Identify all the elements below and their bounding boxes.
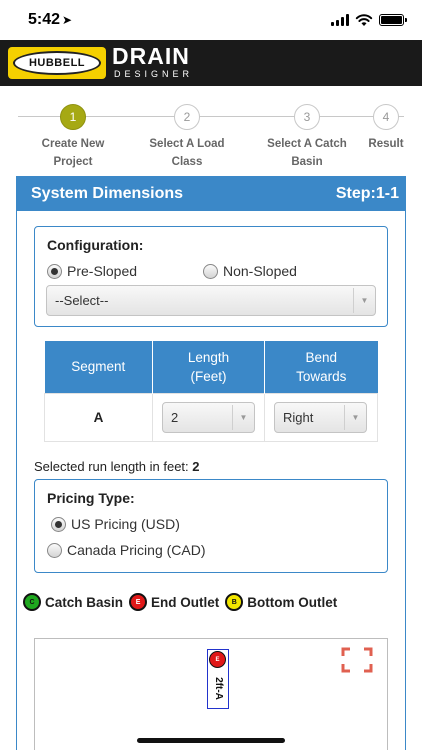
wifi-icon: [355, 14, 373, 26]
expand-icon[interactable]: [341, 647, 373, 673]
radio-label: Non-Sloped: [223, 263, 297, 279]
step-select-catch-basin[interactable]: 3 Select A Catch Basin: [247, 104, 367, 171]
run-length-label: Selected run length in feet:: [34, 459, 189, 474]
location-arrow-icon: ➤: [62, 13, 73, 27]
run-length-value: 2: [192, 459, 200, 474]
brand-title: DRAIN: [112, 43, 190, 69]
length-select[interactable]: 2 ▼: [162, 401, 255, 433]
hubbell-logo[interactable]: HUBBELL: [8, 47, 106, 79]
step-select-load-class[interactable]: 2 Select A Load Class: [127, 104, 247, 171]
panel-step: Step:1-1: [335, 185, 399, 202]
panel-header: System Dimensions Step:1-1: [17, 177, 405, 211]
header-text: (Feet): [190, 368, 227, 384]
status-time: 5:42 ➤: [28, 11, 72, 29]
step-label-line: Result: [368, 138, 404, 150]
segment-table: Segment Length (Feet) Bend Towards A 2 ▼ R…: [44, 341, 378, 442]
radio-label: Canada Pricing (CAD): [67, 542, 206, 558]
panel-title: System Dimensions: [31, 185, 184, 202]
legend: C Catch Basin E End Outlet B Bottom Outl…: [23, 593, 407, 611]
step-label: Create New Project: [13, 135, 133, 171]
step-label: Select A Catch Basin: [247, 135, 367, 171]
radio-label: US Pricing (USD): [71, 516, 180, 532]
chevron-down-icon: ▼: [344, 404, 366, 430]
header-text: Towards: [296, 368, 347, 384]
home-indicator[interactable]: [137, 738, 285, 743]
pipe-label-text: 2ft-A: [212, 676, 224, 700]
bend-cell: Right ▼: [264, 392, 378, 442]
radio-unchecked-icon[interactable]: [203, 263, 218, 279]
length-cell: 2 ▼: [152, 392, 265, 442]
legend-label: Catch Basin: [45, 594, 124, 610]
step-label-line: Project: [53, 156, 93, 168]
pricing-title: Pricing Type:: [47, 490, 135, 506]
bottom-outlet-icon: B: [225, 593, 244, 611]
segment-cell: A: [44, 392, 153, 442]
step-label: Result: [356, 135, 416, 153]
radio-unchecked-icon[interactable]: [47, 542, 62, 558]
battery-icon: [379, 14, 407, 26]
select-value: --Select--: [55, 293, 109, 308]
configuration-box: Configuration: Pre-Sloped Non-Sloped --S…: [34, 226, 388, 327]
radio-pre-sloped[interactable]: Pre-Sloped: [47, 263, 137, 279]
configuration-title: Configuration:: [47, 237, 144, 253]
column-header-length: Length (Feet): [152, 341, 265, 393]
status-bar: 5:42 ➤: [0, 0, 422, 40]
radio-canada-pricing[interactable]: Canada Pricing (CAD): [47, 542, 206, 558]
step-label: Select A Load Class: [127, 135, 247, 171]
step-label-line: Select A Catch: [267, 138, 347, 150]
end-outlet-marker[interactable]: E: [209, 651, 226, 668]
step-create-new-project[interactable]: 1 Create New Project: [13, 104, 133, 171]
header-text: Bend: [305, 349, 338, 365]
pricing-box: Pricing Type: US Pricing (USD) Canada Pr…: [34, 479, 388, 573]
progress-stepper: 1 Create New Project 2 Select A Load Cla…: [0, 98, 422, 170]
catch-basin-icon: C: [23, 593, 41, 611]
status-time-text: 5:42: [28, 11, 61, 28]
step-label-line: Create New: [41, 138, 105, 150]
column-header-segment: Segment: [44, 341, 153, 393]
step-result[interactable]: 4 Result: [356, 104, 416, 153]
header-text: Segment: [71, 359, 126, 375]
radio-checked-icon[interactable]: [51, 516, 66, 532]
pipe-segment[interactable]: E 2ft-A: [207, 649, 229, 709]
legend-catch-basin: C Catch Basin: [23, 593, 123, 611]
status-icons: [331, 13, 407, 27]
select-value: 2: [171, 409, 179, 425]
bend-select[interactable]: Right ▼: [274, 401, 367, 433]
radio-non-sloped[interactable]: Non-Sloped: [203, 263, 297, 279]
drain-drawing-canvas[interactable]: E 2ft-A: [34, 638, 388, 750]
step-label-line: Select A Load: [149, 138, 225, 150]
step-number: 2: [174, 104, 200, 130]
run-length-text: Selected run length in feet: 2: [34, 459, 200, 474]
system-dimensions-panel: System Dimensions Step:1-1 Configuration…: [16, 176, 406, 750]
radio-us-pricing[interactable]: US Pricing (USD): [51, 516, 180, 532]
step-number: 4: [373, 104, 399, 130]
chevron-down-icon: ▼: [232, 404, 254, 430]
column-header-bend: Bend Towards: [264, 341, 378, 393]
legend-end-outlet: E End Outlet: [129, 593, 219, 611]
chevron-down-icon: ▼: [353, 288, 375, 313]
configuration-select[interactable]: --Select-- ▼: [46, 285, 376, 316]
logo-text: HUBBELL: [13, 51, 101, 75]
step-label-line: Class: [171, 156, 203, 168]
header-text: Length: [187, 349, 230, 365]
app-header: HUBBELL DRAIN DESIGNER: [0, 40, 422, 86]
brand-subtitle: DESIGNER: [114, 69, 194, 79]
step-number: 1: [60, 104, 86, 130]
cellular-signal-icon: [331, 14, 349, 26]
table-row: A 2 ▼ Right ▼: [44, 392, 378, 442]
legend-label: Bottom Outlet: [247, 594, 338, 610]
step-label-line: Basin: [291, 156, 323, 168]
radio-checked-icon[interactable]: [47, 263, 62, 279]
legend-bottom-outlet: B Bottom Outlet: [225, 593, 337, 611]
legend-label: End Outlet: [151, 594, 220, 610]
radio-label: Pre-Sloped: [67, 263, 138, 279]
end-outlet-icon: E: [129, 593, 148, 611]
pipe-label: 2ft-A: [210, 670, 226, 706]
segment-name: A: [93, 409, 104, 425]
step-number: 3: [294, 104, 320, 130]
select-value: Right: [283, 409, 314, 425]
